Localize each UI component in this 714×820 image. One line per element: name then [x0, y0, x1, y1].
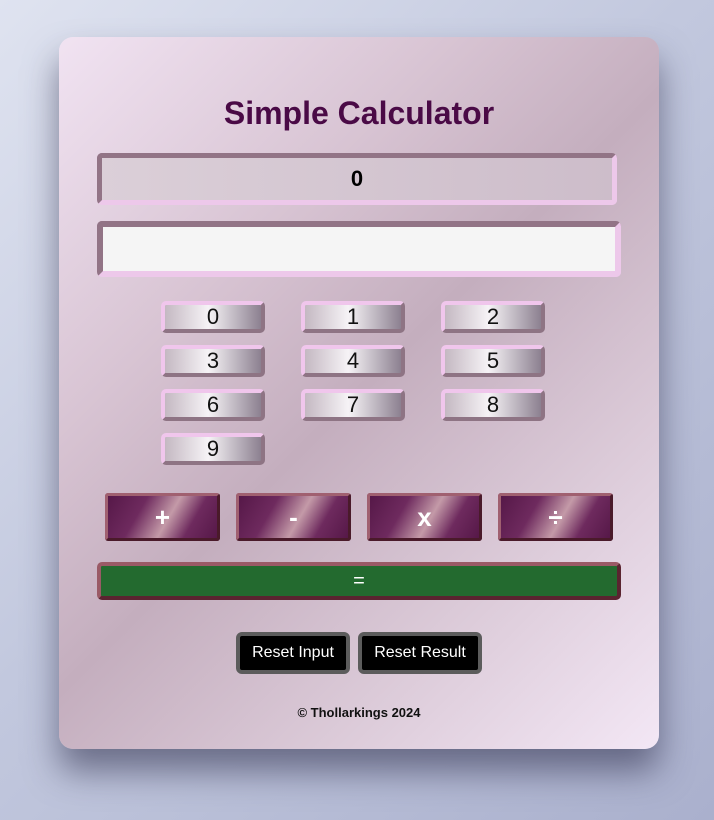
divide-button[interactable]: ÷ — [498, 493, 613, 541]
digit-4-button[interactable]: 4 — [301, 345, 405, 377]
add-button[interactable]: + — [105, 493, 220, 541]
digit-7-button[interactable]: 7 — [301, 389, 405, 421]
digit-8-button[interactable]: 8 — [441, 389, 545, 421]
calculator-card: Simple Calculator 0 0 1 2 3 4 5 6 7 8 9 … — [59, 37, 659, 749]
footer-copyright: © Thollarkings 2024 — [297, 705, 421, 720]
digit-2-button[interactable]: 2 — [441, 301, 545, 333]
reset-result-button[interactable]: Reset Result — [358, 632, 482, 674]
page-title: Simple Calculator — [223, 95, 495, 131]
digit-1-button[interactable]: 1 — [301, 301, 405, 333]
digit-6-button[interactable]: 6 — [161, 389, 265, 421]
digit-0-button[interactable]: 0 — [161, 301, 265, 333]
digit-3-button[interactable]: 3 — [161, 345, 265, 377]
reset-input-button[interactable]: Reset Input — [236, 632, 350, 674]
equals-button[interactable]: = — [97, 562, 621, 600]
number-input[interactable] — [97, 221, 621, 277]
multiply-button[interactable]: x — [367, 493, 482, 541]
subtract-button[interactable]: - — [236, 493, 351, 541]
result-display: 0 — [97, 153, 617, 205]
digit-5-button[interactable]: 5 — [441, 345, 545, 377]
digit-9-button[interactable]: 9 — [161, 433, 265, 465]
